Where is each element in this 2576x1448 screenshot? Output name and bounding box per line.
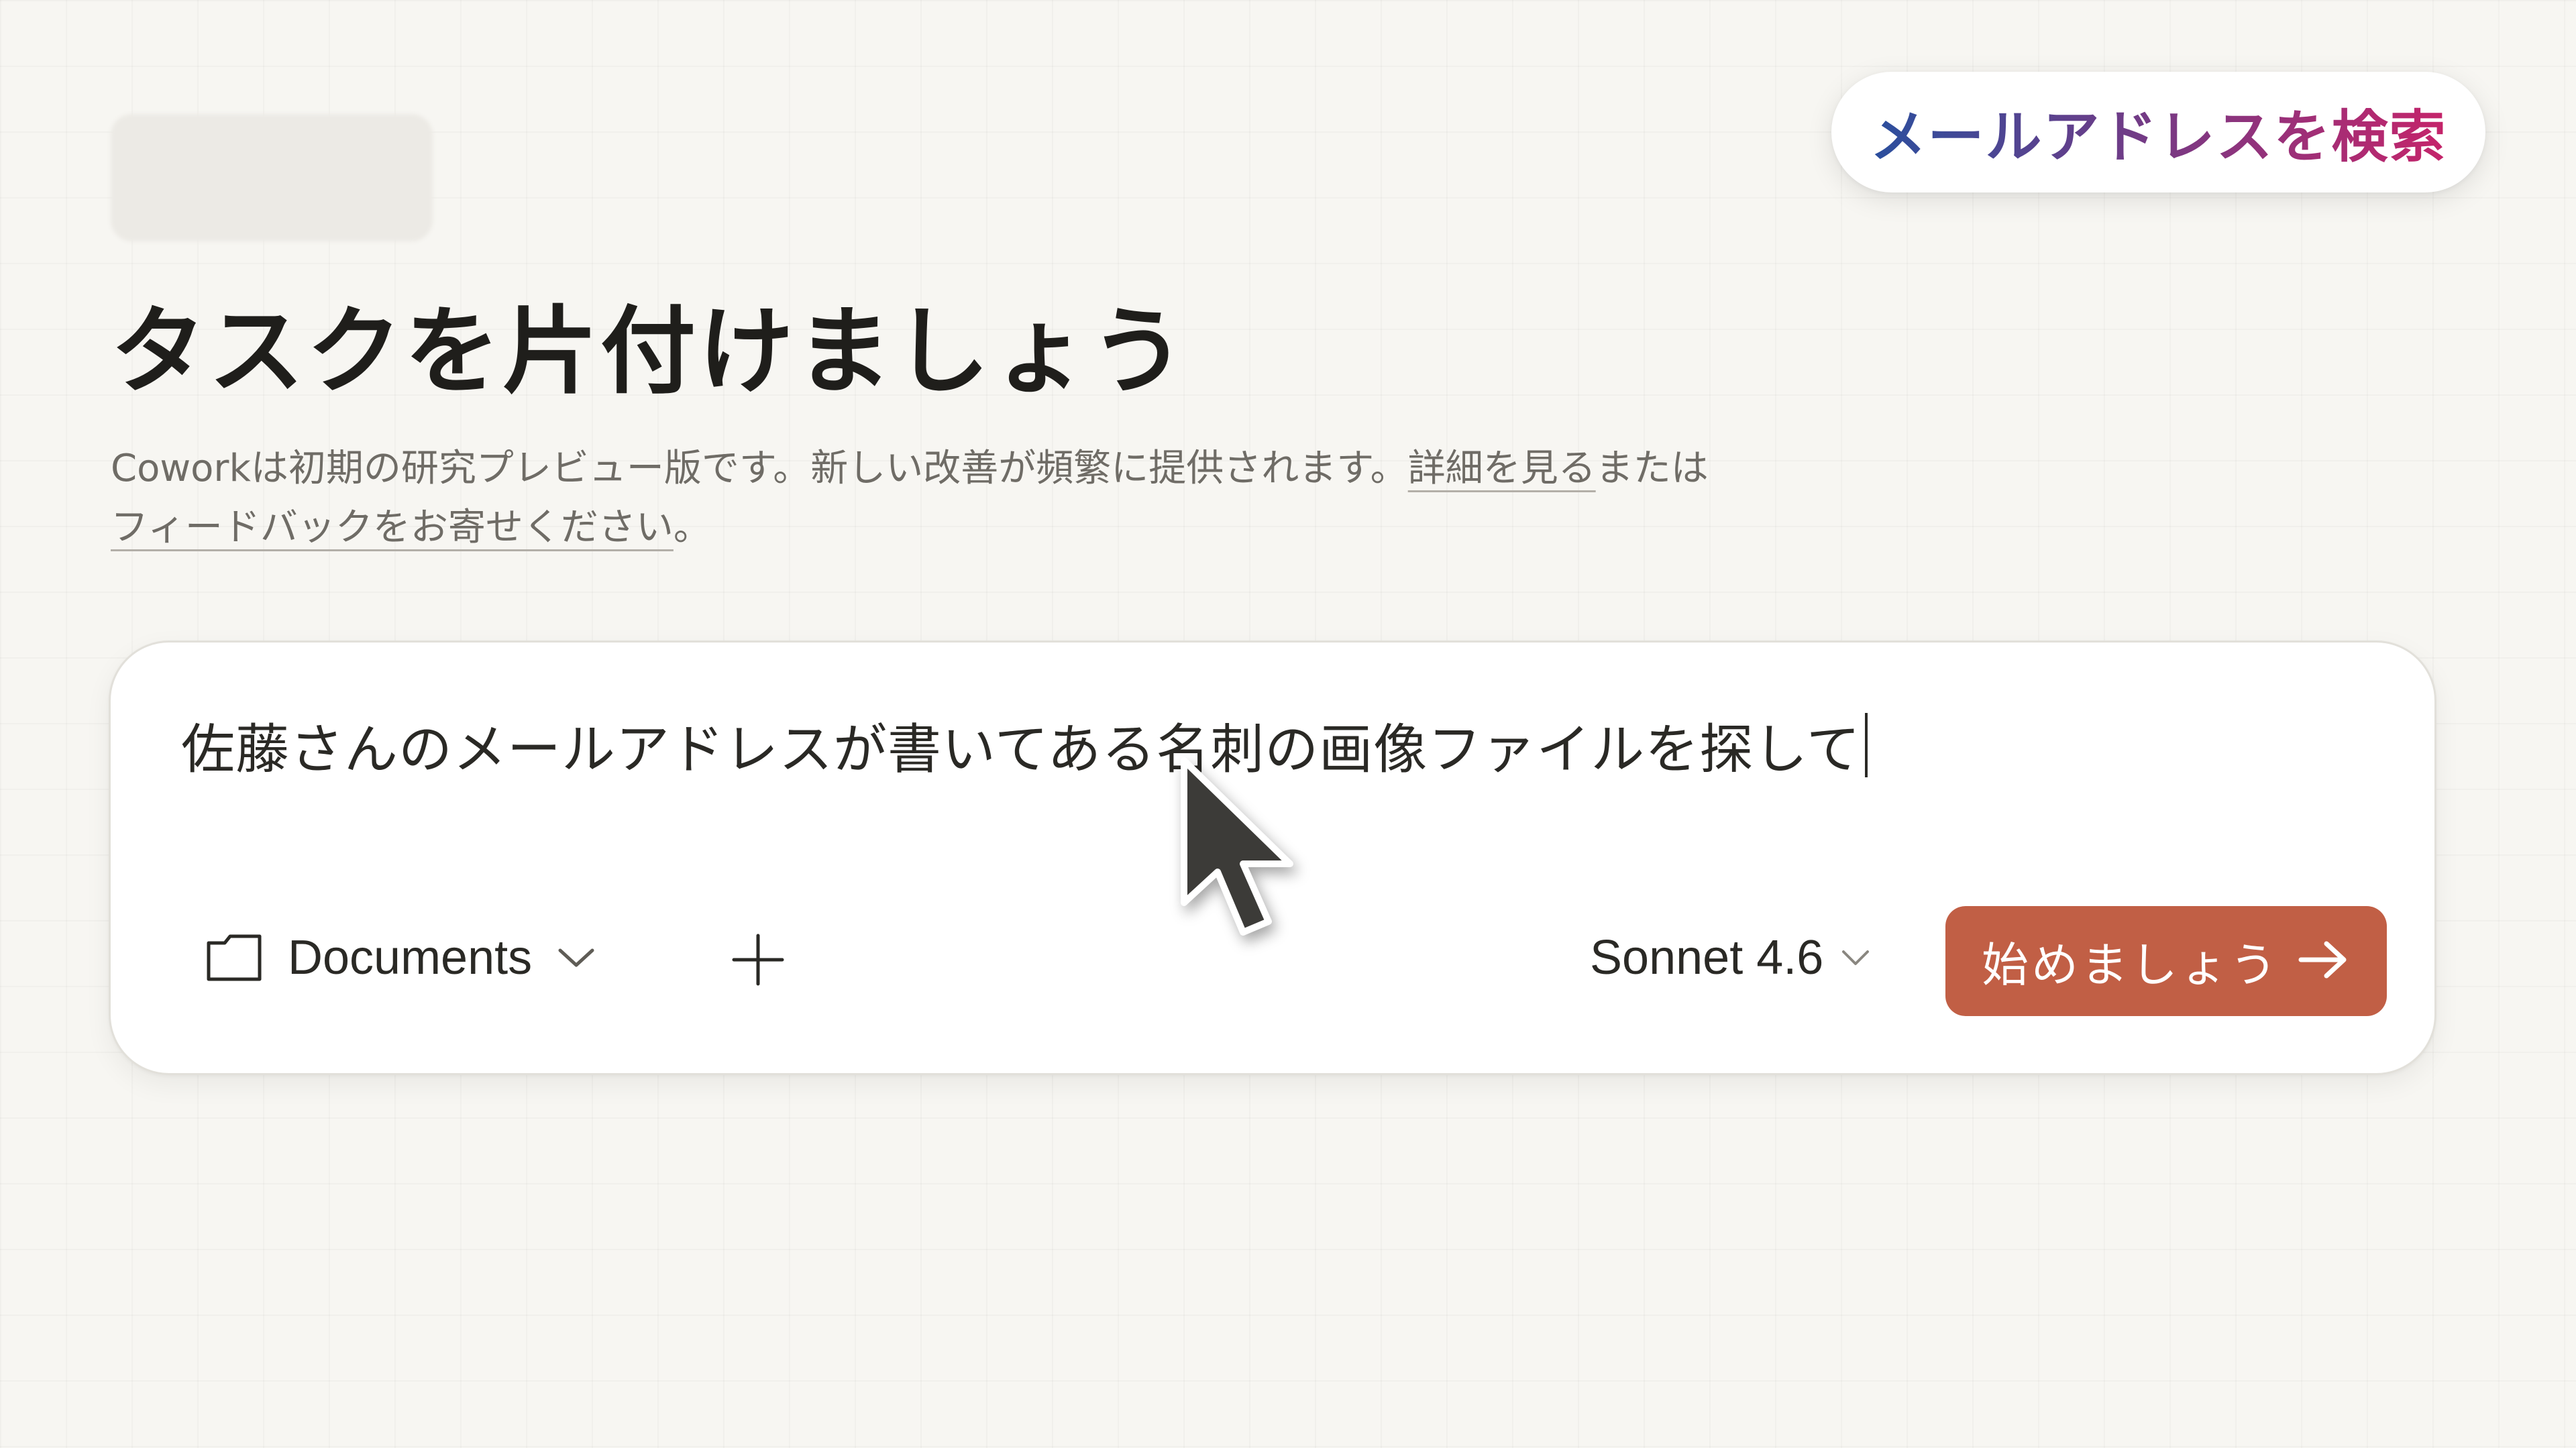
page-title: タスクを片付けましょう (111, 296, 1188, 407)
folder-label: Documents (288, 931, 533, 985)
start-button[interactable]: 始めましょう (1945, 906, 2387, 1016)
subtitle-text: Coworkは初期の研究プレビュー版です。新しい改善が頻繁に提供されます。 (111, 447, 1408, 490)
folder-selector[interactable]: Documents (206, 917, 595, 998)
prompt-input-value: 佐藤さんのメールアドレスが書いてある名刺の画像ファイルを探して (181, 718, 1861, 781)
text-caret (1864, 713, 1868, 777)
search-email-pill[interactable]: メールアドレスを検索 (1831, 72, 2485, 192)
arrow-right-icon (2297, 938, 2351, 984)
subtitle-connector: または (1595, 447, 1709, 490)
chevron-down-icon (557, 946, 595, 969)
chevron-down-icon (1841, 948, 1870, 967)
learn-more-link[interactable]: 詳細を見る (1408, 447, 1596, 490)
add-attachment-button[interactable] (721, 924, 795, 998)
logo-placeholder (111, 114, 433, 241)
page-subtitle: Coworkは初期の研究プレビュー版です。新しい改善が頻繁に提供されます。詳細を… (111, 439, 1922, 557)
mouse-pointer-icon (1181, 757, 1293, 936)
plus-icon (730, 932, 786, 991)
model-selector[interactable]: Sonnet 4.6 (1590, 917, 1870, 998)
model-label: Sonnet 4.6 (1590, 931, 1824, 985)
search-email-label: メールアドレスを検索 (1870, 92, 2447, 173)
start-button-label: 始めましょう (1982, 937, 2279, 993)
folder-icon (206, 934, 262, 982)
prompt-input[interactable]: 佐藤さんのメールアドレスが書いてある名刺の画像ファイルを探して (181, 710, 1868, 790)
subtitle-period: 。 (673, 506, 711, 549)
feedback-link[interactable]: フィードバックをお寄せください (111, 506, 674, 549)
